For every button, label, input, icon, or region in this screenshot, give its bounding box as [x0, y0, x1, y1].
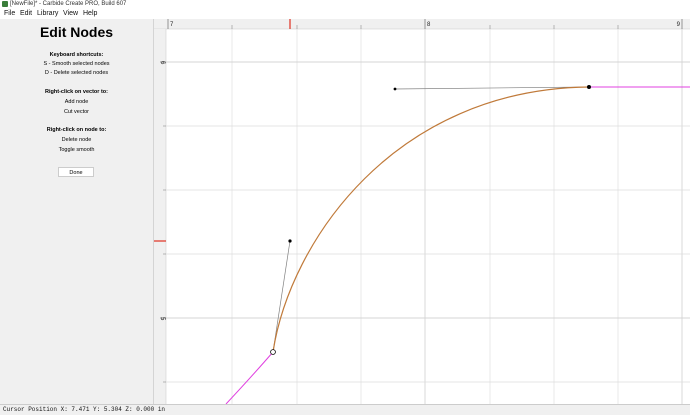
edit-nodes-panel: Edit Nodes Keyboard shortcuts: S - Smoot…	[0, 19, 154, 404]
node-delete: Delete node	[61, 137, 92, 143]
left-ruler	[154, 29, 166, 404]
vector-add-node: Add node	[64, 99, 89, 105]
design-canvas[interactable]: 7 8 9 6 5	[154, 19, 690, 405]
panel-heading: Edit Nodes	[39, 24, 114, 40]
menu-edit[interactable]: Edit	[20, 9, 32, 19]
bezier-control-point[interactable]	[393, 87, 397, 91]
vector-node-selected[interactable]	[587, 85, 591, 89]
title-bar: [NewFile]* - Carbide Create PRO, Build 6…	[0, 0, 690, 9]
vector-cut: Cut vector	[63, 109, 90, 115]
shortcut-smooth: S - Smooth selected nodes	[43, 61, 110, 67]
bezier-control-point[interactable]	[288, 239, 292, 243]
shortcut-delete: D - Delete selected nodes	[44, 70, 109, 76]
status-bar: Cursor Position X: 7.471 Y: 5.304 Z: 0.0…	[0, 404, 690, 415]
menu-help[interactable]: Help	[83, 9, 97, 19]
done-button[interactable]: Done	[58, 167, 94, 177]
menu-library[interactable]: Library	[37, 9, 58, 19]
canvas-svg[interactable]: 7 8 9 6 5	[154, 19, 690, 405]
node-title: Right-click on node to:	[46, 127, 107, 133]
window-title: [NewFile]* - Carbide Create PRO, Build 6…	[10, 1, 127, 7]
canvas-background	[154, 19, 690, 404]
node-toggle-smooth: Toggle smooth	[58, 147, 95, 153]
menu-file[interactable]: File	[4, 9, 15, 19]
vector-node[interactable]	[270, 349, 276, 355]
app-icon	[2, 1, 8, 7]
shortcuts-title: Keyboard shortcuts:	[49, 52, 104, 58]
top-ruler	[154, 19, 690, 29]
vector-title: Right-click on vector to:	[45, 89, 108, 95]
menu-view[interactable]: View	[63, 9, 78, 19]
